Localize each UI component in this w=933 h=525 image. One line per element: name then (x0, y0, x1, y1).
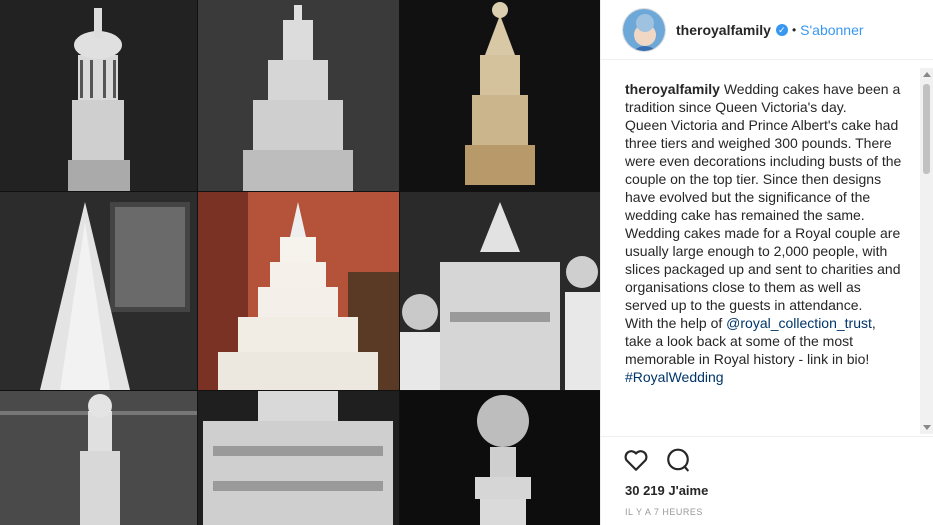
follow-button[interactable]: S'abonner (800, 22, 863, 38)
cake-photo-1 (0, 0, 197, 191)
scroll-up-arrow[interactable] (923, 72, 931, 77)
comment-icon[interactable] (665, 447, 691, 478)
mention-link[interactable]: @royal_collection_trust (726, 315, 872, 331)
scrollbar-thumb[interactable] (923, 84, 930, 174)
post-image-collage[interactable] (0, 0, 600, 525)
post-sidebar: theroyalfamily ✓ • S'abonner theroyalfam… (600, 0, 933, 525)
hashtag-link[interactable]: #RoyalWedding (625, 369, 724, 385)
heart-icon[interactable] (623, 447, 649, 478)
cake-photo-5 (198, 192, 399, 390)
cake-photo-6 (400, 192, 600, 390)
cake-photo-8 (198, 391, 399, 525)
username-link[interactable]: theroyalfamily (676, 22, 771, 38)
cake-photo-4 (0, 192, 197, 390)
verified-badge-icon: ✓ (775, 23, 788, 36)
cake-photo-2 (198, 0, 399, 191)
separator-dot: • (791, 22, 797, 37)
post-header: theroyalfamily ✓ • S'abonner (601, 0, 933, 60)
caption-username[interactable]: theroyalfamily (625, 81, 720, 97)
comments-area[interactable]: theroyalfamily Wedding cakes have been a… (601, 68, 921, 434)
post-caption: theroyalfamily Wedding cakes have been a… (601, 68, 905, 386)
scroll-down-arrow[interactable] (923, 425, 931, 430)
cake-photo-7 (0, 391, 197, 525)
cake-photo-9 (400, 391, 600, 525)
cake-photo-3 (400, 0, 600, 191)
likes-count[interactable]: 30 219 J'aime (625, 483, 708, 498)
avatar[interactable] (622, 7, 666, 52)
divider (601, 436, 933, 437)
caption-text-1: Wedding cakes have been a tradition sinc… (625, 81, 902, 331)
scrollbar[interactable] (920, 68, 933, 434)
post-actions (623, 447, 691, 478)
post-timestamp: IL Y A 7 HEURES (625, 507, 703, 517)
